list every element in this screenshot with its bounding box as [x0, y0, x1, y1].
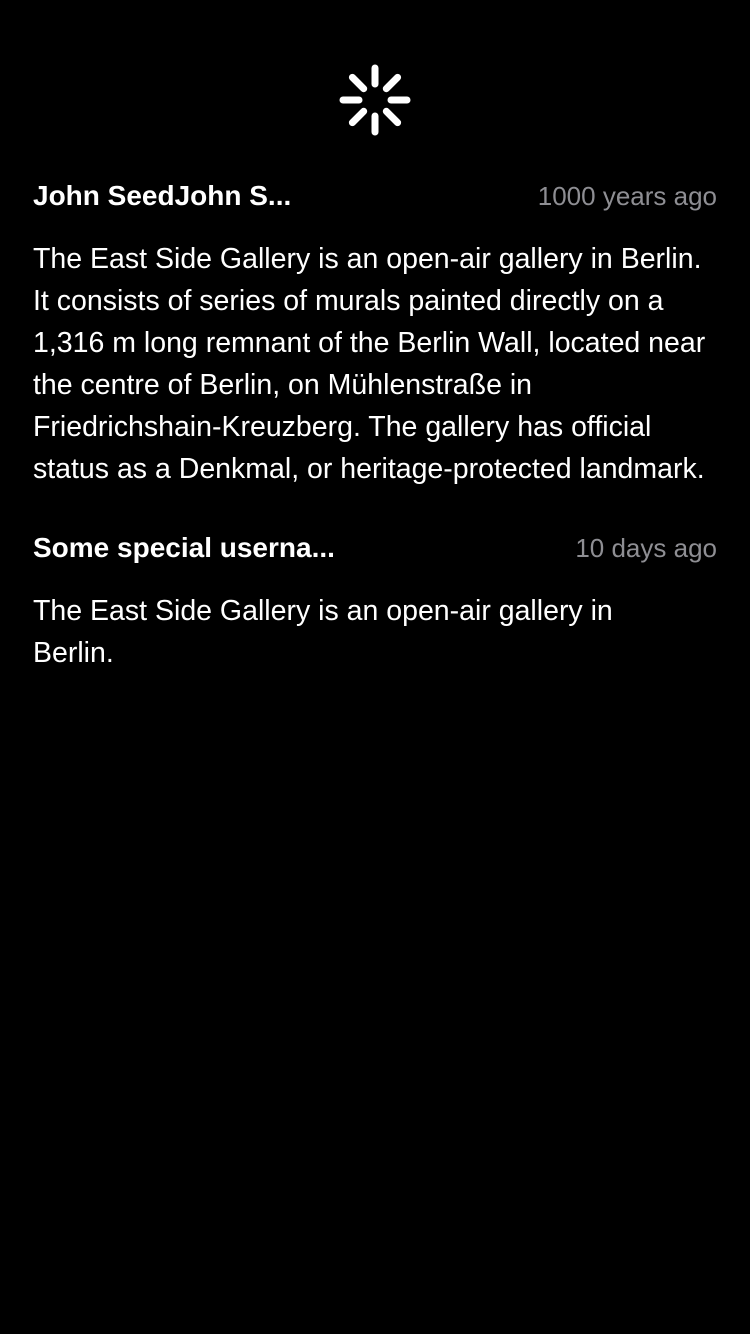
- comment-timestamp: 1000 years ago: [537, 181, 717, 211]
- comment-list: John SeedJohn S... 1000 years ago The Ea…: [33, 180, 717, 716]
- comment-header: John SeedJohn S... 1000 years ago: [33, 180, 717, 224]
- comment-username[interactable]: John SeedJohn S...: [33, 180, 291, 212]
- comment-header: Some special userna... 10 days ago: [33, 532, 717, 576]
- comment-timestamp: 10 days ago: [575, 533, 717, 563]
- comment-item[interactable]: John SeedJohn S... 1000 years ago The Ea…: [33, 180, 717, 490]
- loading-spinner-icon: [339, 64, 411, 136]
- comment-item[interactable]: Some special userna... 10 days ago The E…: [33, 532, 717, 674]
- comment-username[interactable]: Some special userna...: [33, 532, 335, 564]
- loading-indicator: [0, 62, 750, 138]
- comment-body: The East Side Gallery is an open-air gal…: [33, 595, 613, 669]
- comment-body: The East Side Gallery is an open-air gal…: [33, 243, 706, 485]
